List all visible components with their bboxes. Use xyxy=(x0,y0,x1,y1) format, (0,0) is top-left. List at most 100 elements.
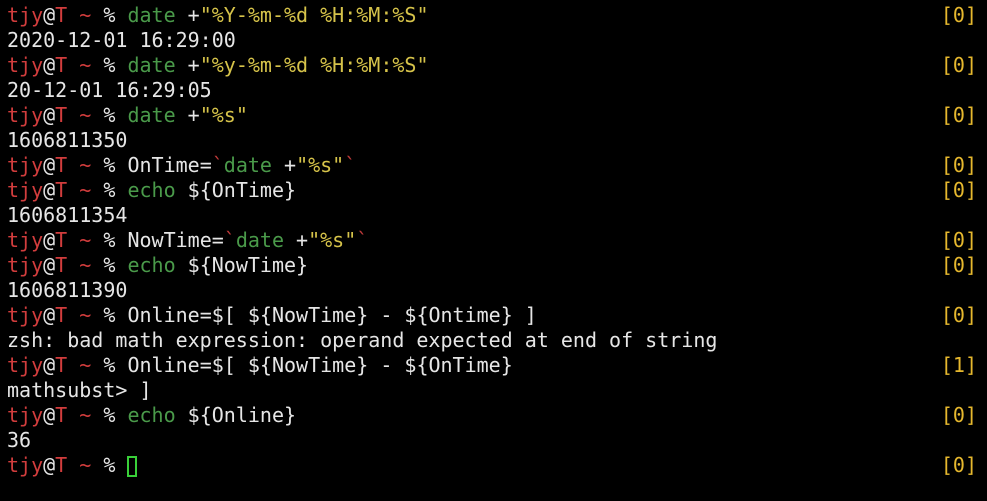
prompt-line: tjy@T ~ % Online=$[ ${NowTime} - ${Ontim… xyxy=(7,303,977,328)
command-token: "%s" xyxy=(296,153,345,177)
command-token: NowTime= xyxy=(127,228,224,252)
prompt-line: tjy@T ~ % date +"%Y-%m-%d %H:%M:%S" [0] xyxy=(7,3,977,28)
prompt-cwd: ~ xyxy=(79,53,92,77)
output-text: zsh: bad math expression: operand expect… xyxy=(7,328,718,352)
prompt-host: T xyxy=(55,153,68,177)
output-line: 2020-12-01 16:29:00 xyxy=(7,28,977,53)
prompt-at: @ xyxy=(43,153,56,177)
prompt-user: tjy xyxy=(7,303,44,327)
command-token: + xyxy=(175,53,200,77)
output-line: 36 xyxy=(7,428,977,453)
prompt-line: tjy@T ~ % OnTime=`date +"%s"` [0] xyxy=(7,153,977,178)
prompt-cwd: ~ xyxy=(79,103,92,127)
prompt-line: tjy@T ~ % NowTime=`date +"%s"` [0] xyxy=(7,228,977,253)
output-text: 20-12-01 16:29:05 xyxy=(7,78,212,102)
prompt-at: @ xyxy=(43,103,56,127)
output-line: 1606811390 xyxy=(7,278,977,303)
prompt-host: T xyxy=(55,253,68,277)
prompt-host: T xyxy=(55,53,68,77)
command-token: ${NowTime} xyxy=(175,253,309,277)
prompt-user: tjy xyxy=(7,178,44,202)
output-text: 2020-12-01 16:29:00 xyxy=(7,28,236,52)
command-token: ${OnTime} xyxy=(175,178,297,202)
prompt-user: tjy xyxy=(7,103,44,127)
output-text: 36 xyxy=(7,428,32,452)
prompt-at: @ xyxy=(43,3,56,27)
command-token: echo xyxy=(127,253,176,277)
output-text: 1606811390 xyxy=(7,278,128,302)
command-token: ` xyxy=(211,153,224,177)
prompt-user: tjy xyxy=(7,228,44,252)
exit-status-badge: [0] xyxy=(940,103,977,127)
prompt-cwd: ~ xyxy=(79,353,92,377)
prompt-at: @ xyxy=(43,253,56,277)
prompt-line: tjy@T ~ % echo ${NowTime} [0] xyxy=(7,253,977,278)
command-token: ` xyxy=(344,153,357,177)
prompt-host: T xyxy=(55,103,68,127)
prompt-cwd: ~ xyxy=(79,153,92,177)
command-token: Online=$[ ${NowTime} - ${Ontime} ] xyxy=(127,303,537,327)
exit-status-badge: [0] xyxy=(940,228,977,252)
prompt-user: tjy xyxy=(7,453,44,477)
terminal-window[interactable]: tjy@T ~ % date +"%Y-%m-%d %H:%M:%S" [0] 20… xyxy=(0,0,987,501)
exit-status-badge: [0] xyxy=(940,453,977,477)
exit-status-badge: [0] xyxy=(940,303,977,327)
command-token: Online=$[ ${NowTime} - ${OnTime} xyxy=(127,353,513,377)
prompt-symbol: % xyxy=(103,103,116,127)
prompt-user: tjy xyxy=(7,353,44,377)
prompt-line: tjy@T ~ % echo ${Online} [0] xyxy=(7,403,977,428)
prompt-symbol: % xyxy=(103,153,116,177)
command-token: "%Y-%m-%d %H:%M:%S" xyxy=(199,3,429,27)
prompt-line: tjy@T ~ % echo ${OnTime} [0] xyxy=(7,178,977,203)
prompt-symbol: % xyxy=(103,53,116,77)
prompt-cwd: ~ xyxy=(79,3,92,27)
prompt-cwd: ~ xyxy=(79,178,92,202)
prompt-cwd: ~ xyxy=(79,453,92,477)
command-token: ` xyxy=(223,228,236,252)
prompt-line: tjy@T ~ % date +"%y-%m-%d %H:%M:%S" [0] xyxy=(7,53,977,78)
prompt-user: tjy xyxy=(7,3,44,27)
prompt-at: @ xyxy=(43,403,56,427)
prompt-host: T xyxy=(55,228,68,252)
prompt-symbol: % xyxy=(103,253,116,277)
prompt-host: T xyxy=(55,403,68,427)
command-token: + xyxy=(175,103,200,127)
output-line: 20-12-01 16:29:05 xyxy=(7,78,977,103)
prompt-user: tjy xyxy=(7,153,44,177)
prompt-host: T xyxy=(55,353,68,377)
prompt-cwd: ~ xyxy=(79,253,92,277)
output-line: zsh: bad math expression: operand expect… xyxy=(7,328,977,353)
prompt-symbol: % xyxy=(103,228,116,252)
command-token: date xyxy=(127,53,176,77)
cursor-block[interactable] xyxy=(127,456,138,477)
prompt-host: T xyxy=(55,3,68,27)
command-token: ` xyxy=(356,228,369,252)
prompt-user: tjy xyxy=(7,403,44,427)
prompt-at: @ xyxy=(43,178,56,202)
command-token: "%y-%m-%d %H:%M:%S" xyxy=(199,53,429,77)
exit-status-badge: [1] xyxy=(940,353,977,377)
prompt-line: tjy@T ~ % [0] xyxy=(7,453,977,478)
prompt-user: tjy xyxy=(7,253,44,277)
exit-status-badge: [0] xyxy=(940,178,977,202)
command-token: date xyxy=(223,153,272,177)
prompt-host: T xyxy=(55,178,68,202)
output-line: 1606811354 xyxy=(7,203,977,228)
prompt-symbol: % xyxy=(103,353,116,377)
command-token: + xyxy=(271,153,297,177)
command-token: date xyxy=(127,103,176,127)
command-token: + xyxy=(284,228,309,252)
prompt-at: @ xyxy=(43,453,56,477)
prompt-symbol: % xyxy=(103,3,116,27)
command-token: "%s" xyxy=(308,228,357,252)
prompt-symbol: % xyxy=(103,178,116,202)
command-token: date xyxy=(235,228,284,252)
prompt-symbol: % xyxy=(103,403,116,427)
output-text: 1606811350 xyxy=(7,128,128,152)
command-token: OnTime= xyxy=(127,153,212,177)
prompt-cwd: ~ xyxy=(79,228,92,252)
prompt-at: @ xyxy=(43,303,56,327)
command-token: "%s" xyxy=(199,103,248,127)
output-line: mathsubst> ] xyxy=(7,378,977,403)
exit-status-badge: [0] xyxy=(940,53,977,77)
